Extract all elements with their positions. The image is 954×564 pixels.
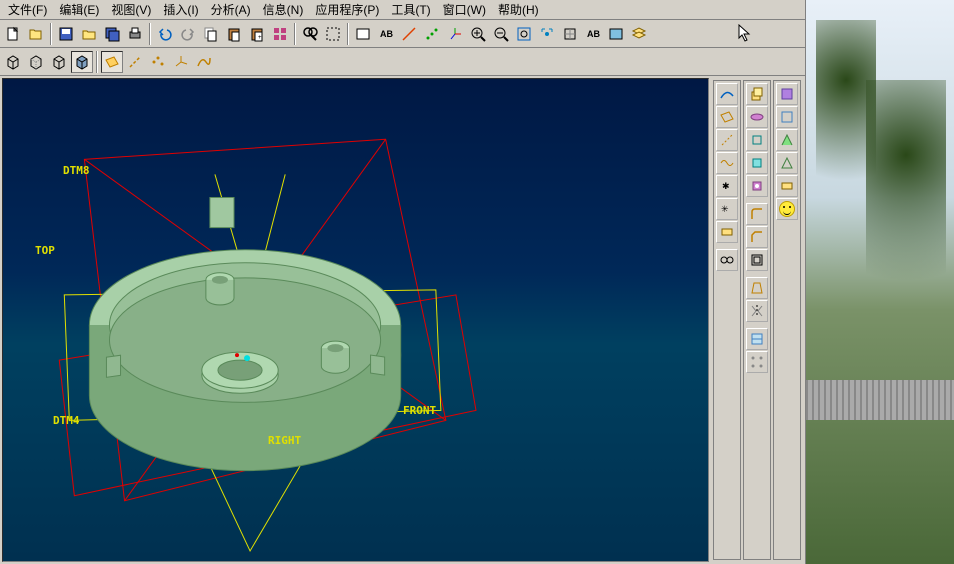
style-palette	[773, 80, 801, 560]
section-tool[interactable]	[746, 328, 768, 350]
menu-analysis[interactable]: 分析(A)	[205, 0, 257, 20]
menu-insert[interactable]: 插入(I)	[157, 0, 204, 20]
shell-tool[interactable]	[746, 249, 768, 271]
paste-special-button[interactable]: +	[246, 23, 268, 45]
style-tool-1[interactable]	[776, 83, 798, 105]
separator	[294, 23, 296, 45]
ab-label-button[interactable]: AB	[375, 23, 397, 45]
datum-label-dtm8: DTM8	[63, 164, 90, 177]
refit-button[interactable]	[536, 23, 558, 45]
svg-text:+: +	[258, 35, 262, 41]
save-button[interactable]	[55, 23, 77, 45]
curve-tool[interactable]	[716, 83, 738, 105]
open-button[interactable]	[25, 23, 47, 45]
style-tool-5[interactable]	[776, 175, 798, 197]
axis-tool[interactable]	[716, 129, 738, 151]
style-tool-4[interactable]	[776, 152, 798, 174]
menu-help[interactable]: 帮助(H)	[492, 0, 545, 20]
datum-label-top: TOP	[35, 244, 55, 257]
datum-palette: ✱ ✳	[713, 80, 741, 560]
svg-text:AB: AB	[587, 29, 600, 39]
point-tool[interactable]: ✱	[716, 175, 738, 197]
save-copy-button[interactable]	[101, 23, 123, 45]
point-tool-button[interactable]	[421, 23, 443, 45]
layer-button[interactable]	[628, 23, 650, 45]
cad-application-window: 文件(F) 编辑(E) 视图(V) 插入(I) 分析(A) 信息(N) 应用程序…	[0, 0, 806, 564]
datum-axis-toggle[interactable]	[124, 51, 146, 73]
svg-text:✱: ✱	[722, 181, 730, 191]
datum-point-toggle[interactable]	[147, 51, 169, 73]
sketch-tool[interactable]	[716, 221, 738, 243]
select-button[interactable]	[322, 23, 344, 45]
copy-button[interactable]	[200, 23, 222, 45]
chamfer-tool[interactable]	[746, 226, 768, 248]
menu-edit[interactable]: 编辑(E)	[53, 0, 105, 20]
find-button[interactable]	[299, 23, 321, 45]
shade-toggle-button[interactable]	[605, 23, 627, 45]
zoom-in-button[interactable]	[467, 23, 489, 45]
plane-tool[interactable]	[716, 106, 738, 128]
separator	[149, 23, 151, 45]
shade-button[interactable]	[71, 51, 93, 73]
menu-tools[interactable]: 工具(T)	[385, 0, 436, 20]
3d-viewport[interactable]: DTM8 TOP DTM4 RIGHT FRONT	[2, 78, 709, 562]
smiley-icon[interactable]	[776, 198, 798, 220]
revolve-tool[interactable]	[746, 106, 768, 128]
chain-tool[interactable]	[716, 249, 738, 271]
svg-text:✳: ✳	[721, 204, 729, 214]
draft-tool[interactable]	[746, 277, 768, 299]
datum-label-front: FRONT	[403, 404, 436, 417]
ab-toggle-button[interactable]: AB	[582, 23, 604, 45]
spline-tool[interactable]	[716, 152, 738, 174]
datum-curve-toggle[interactable]	[193, 51, 215, 73]
datum-label-right: RIGHT	[268, 434, 301, 447]
print-button[interactable]	[124, 23, 146, 45]
zoom-window-button[interactable]	[513, 23, 535, 45]
model-canvas	[3, 79, 708, 561]
desktop-background	[806, 0, 954, 564]
menu-bar: 文件(F) 编辑(E) 视图(V) 插入(I) 分析(A) 信息(N) 应用程序…	[0, 0, 805, 20]
menu-file[interactable]: 文件(F)	[2, 0, 53, 20]
regenerate-button[interactable]	[269, 23, 291, 45]
extrude-tool[interactable]	[746, 83, 768, 105]
round-tool[interactable]	[746, 203, 768, 225]
datum-label-dtm4: DTM4	[53, 414, 80, 427]
separator	[96, 51, 98, 73]
menu-info[interactable]: 信息(N)	[257, 0, 310, 20]
new-button[interactable]	[2, 23, 24, 45]
datum-plane-toggle[interactable]	[101, 51, 123, 73]
datum-csys-toggle[interactable]	[170, 51, 192, 73]
blend-tool[interactable]	[746, 152, 768, 174]
hidden-line-button[interactable]	[25, 51, 47, 73]
folder-button[interactable]	[78, 23, 100, 45]
display-toolbar	[0, 48, 805, 76]
style-tool-2[interactable]	[776, 106, 798, 128]
feature-palettes: ✱ ✳	[711, 76, 805, 564]
menu-applications[interactable]: 应用程序(P)	[309, 0, 385, 20]
separator	[347, 23, 349, 45]
menu-view[interactable]: 视图(V)	[105, 0, 157, 20]
menu-window[interactable]: 窗口(W)	[437, 0, 492, 20]
style-tool-3[interactable]	[776, 129, 798, 151]
workspace: DTM8 TOP DTM4 RIGHT FRONT ✱ ✳	[0, 76, 805, 564]
line-tool-button[interactable]	[398, 23, 420, 45]
no-hidden-button[interactable]	[48, 51, 70, 73]
svg-text:AB: AB	[380, 29, 393, 39]
mirror-tool[interactable]	[746, 300, 768, 322]
main-toolbar: + AB AB	[0, 20, 805, 48]
paste-button[interactable]	[223, 23, 245, 45]
repaint-button[interactable]	[559, 23, 581, 45]
wireframe-button[interactable]	[2, 51, 24, 73]
csys-tool[interactable]: ✳	[716, 198, 738, 220]
redo-button[interactable]	[177, 23, 199, 45]
feature-palette	[743, 80, 771, 560]
view-manager-button[interactable]	[352, 23, 374, 45]
csys-button[interactable]	[444, 23, 466, 45]
hole-tool[interactable]	[746, 175, 768, 197]
undo-button[interactable]	[154, 23, 176, 45]
zoom-out-button[interactable]	[490, 23, 512, 45]
sweep-tool[interactable]	[746, 129, 768, 151]
pattern-tool[interactable]	[746, 351, 768, 373]
separator	[50, 23, 52, 45]
